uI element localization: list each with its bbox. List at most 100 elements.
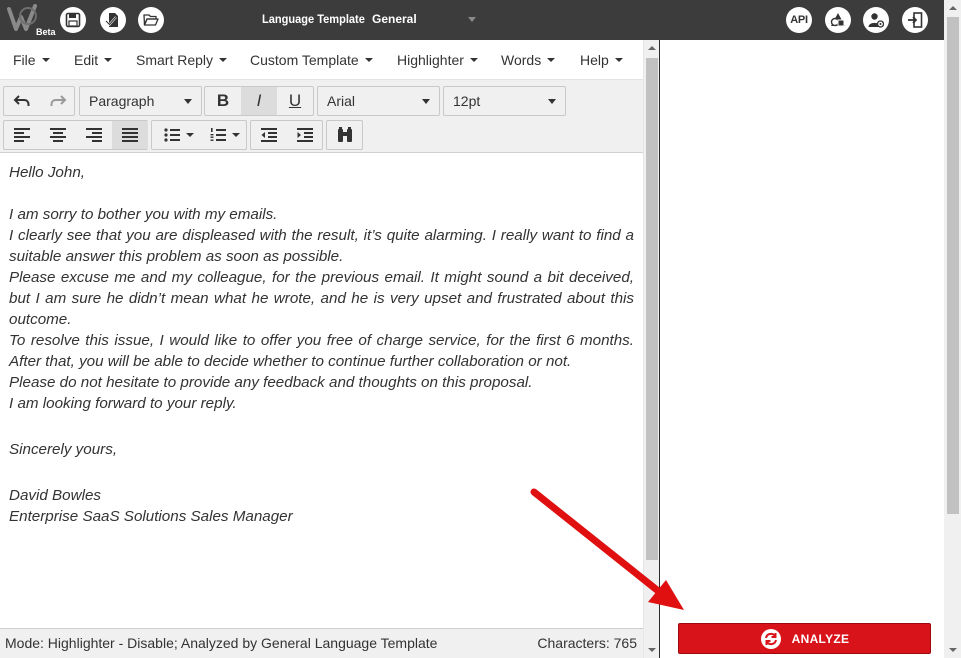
- scroll-down-icon[interactable]: [648, 648, 656, 652]
- chevron-down-icon[interactable]: [468, 17, 476, 22]
- italic-button[interactable]: I: [241, 87, 277, 115]
- save-icon: [65, 12, 81, 28]
- numbered-list-button[interactable]: [202, 121, 246, 149]
- chevron-down-icon: [231, 133, 240, 137]
- text-style-group: B I U: [204, 86, 314, 116]
- shapes-button[interactable]: [825, 7, 851, 33]
- font-family-select[interactable]: Arial: [317, 86, 440, 116]
- numbered-list-icon: [210, 128, 226, 141]
- undo-icon: [13, 95, 30, 106]
- api-icon: API: [790, 14, 808, 26]
- scroll-down-icon[interactable]: [949, 648, 957, 652]
- email-greeting: Hello John,: [9, 164, 85, 181]
- menu-words-label: Words: [501, 52, 542, 68]
- indent-button[interactable]: [287, 121, 323, 149]
- save-button[interactable]: [60, 7, 86, 33]
- redo-icon: [50, 95, 67, 106]
- logout-button[interactable]: [902, 7, 928, 33]
- scroll-up-icon[interactable]: [949, 6, 957, 10]
- bold-button[interactable]: B: [205, 87, 241, 115]
- menu-highlighter[interactable]: Highlighter: [397, 52, 478, 68]
- bullet-list-button[interactable]: [156, 121, 200, 149]
- indent-group: [250, 120, 323, 150]
- template-select[interactable]: General: [372, 12, 417, 26]
- menu-edit-label: Edit: [74, 52, 99, 68]
- menu-smart-reply-label: Smart Reply: [136, 52, 214, 68]
- menu-words[interactable]: Words: [501, 52, 556, 68]
- block-format-select[interactable]: Paragraph: [79, 86, 202, 116]
- binoculars-icon: [337, 127, 352, 142]
- scrollbar-thumb[interactable]: [947, 17, 959, 514]
- check-document-icon: [105, 13, 118, 27]
- redo-button[interactable]: [40, 87, 76, 115]
- status-bar: Mode: Highlighter - Disable; Analyzed by…: [0, 628, 643, 658]
- refresh-icon: [760, 628, 781, 649]
- align-right-button[interactable]: [76, 121, 112, 149]
- email-paragraph: I clearly see that you are displeased wi…: [9, 227, 634, 265]
- bullet-list-icon: [163, 128, 180, 142]
- email-paragraph: Please excuse me and my colleague, for t…: [9, 269, 634, 328]
- font-size-select[interactable]: 12pt: [443, 86, 566, 116]
- outdent-icon: [261, 128, 277, 142]
- analyze-label: ANALYZE: [791, 631, 850, 646]
- analyze-button[interactable]: ANALYZE: [678, 623, 931, 654]
- find-group: [326, 120, 363, 150]
- align-justify-button[interactable]: [112, 121, 148, 149]
- align-center-button[interactable]: [40, 121, 76, 149]
- app-logo[interactable]: Beta: [6, 3, 56, 37]
- api-button[interactable]: API: [786, 7, 812, 33]
- block-format-value: Paragraph: [89, 93, 155, 109]
- email-paragraph: Please do not hesitate to provide any fe…: [9, 374, 533, 391]
- panel-scrollbar[interactable]: [944, 0, 961, 658]
- find-replace-button[interactable]: [327, 121, 362, 149]
- open-folder-button[interactable]: [138, 7, 164, 33]
- menu-highlighter-label: Highlighter: [397, 52, 464, 68]
- menu-custom-template-label: Custom Template: [250, 52, 359, 68]
- chevron-down-icon: [614, 58, 623, 63]
- logout-icon: [908, 12, 923, 28]
- user-settings-button[interactable]: [863, 7, 889, 33]
- email-paragraph: To resolve this issue, I would like to o…: [9, 332, 634, 370]
- beta-badge: Beta: [36, 27, 56, 37]
- email-paragraph: I am sorry to bother you with my emails.: [9, 206, 278, 223]
- top-bar: Beta Language Template General API: [0, 0, 961, 40]
- status-mode: Mode: Highlighter - Disable; Analyzed by…: [5, 635, 438, 651]
- menu-bar: File Edit Smart Reply Custom Template Hi…: [0, 40, 643, 80]
- chevron-down-icon: [104, 58, 113, 63]
- chevron-down-icon: [547, 58, 556, 63]
- undo-button[interactable]: [4, 87, 40, 115]
- outdent-button[interactable]: [251, 121, 287, 149]
- menu-help[interactable]: Help: [580, 52, 623, 68]
- align-left-icon: [14, 128, 30, 142]
- list-group: [151, 120, 247, 150]
- menu-file[interactable]: File: [13, 52, 50, 68]
- font-family-value: Arial: [327, 93, 356, 109]
- shapes-icon: [830, 13, 845, 27]
- align-center-icon: [50, 128, 66, 142]
- indent-icon: [297, 128, 313, 142]
- menu-edit[interactable]: Edit: [74, 52, 113, 68]
- menu-smart-reply[interactable]: Smart Reply: [136, 52, 228, 68]
- email-paragraph: I am looking forward to your reply.: [9, 395, 237, 412]
- align-left-button[interactable]: [4, 121, 40, 149]
- history-group: [3, 86, 75, 116]
- chevron-down-icon: [185, 133, 194, 137]
- align-right-icon: [86, 128, 102, 142]
- user-settings-icon: [868, 13, 884, 28]
- chevron-down-icon: [364, 58, 373, 63]
- scroll-up-icon[interactable]: [648, 46, 656, 50]
- chevron-down-icon: [422, 99, 430, 104]
- editor-toolbar: Paragraph B I U Arial 12pt: [0, 80, 643, 153]
- chevron-down-icon: [469, 58, 478, 63]
- template-label: Language Template: [262, 12, 365, 26]
- chevron-down-icon: [219, 58, 228, 63]
- check-document-button[interactable]: [100, 7, 126, 33]
- chevron-down-icon: [184, 99, 192, 104]
- underline-button[interactable]: U: [277, 87, 313, 115]
- menu-custom-template[interactable]: Custom Template: [250, 52, 373, 68]
- folder-open-icon: [143, 14, 159, 26]
- chevron-down-icon: [41, 58, 50, 63]
- email-body[interactable]: Hello John, I am sorry to bother you wit…: [9, 162, 634, 527]
